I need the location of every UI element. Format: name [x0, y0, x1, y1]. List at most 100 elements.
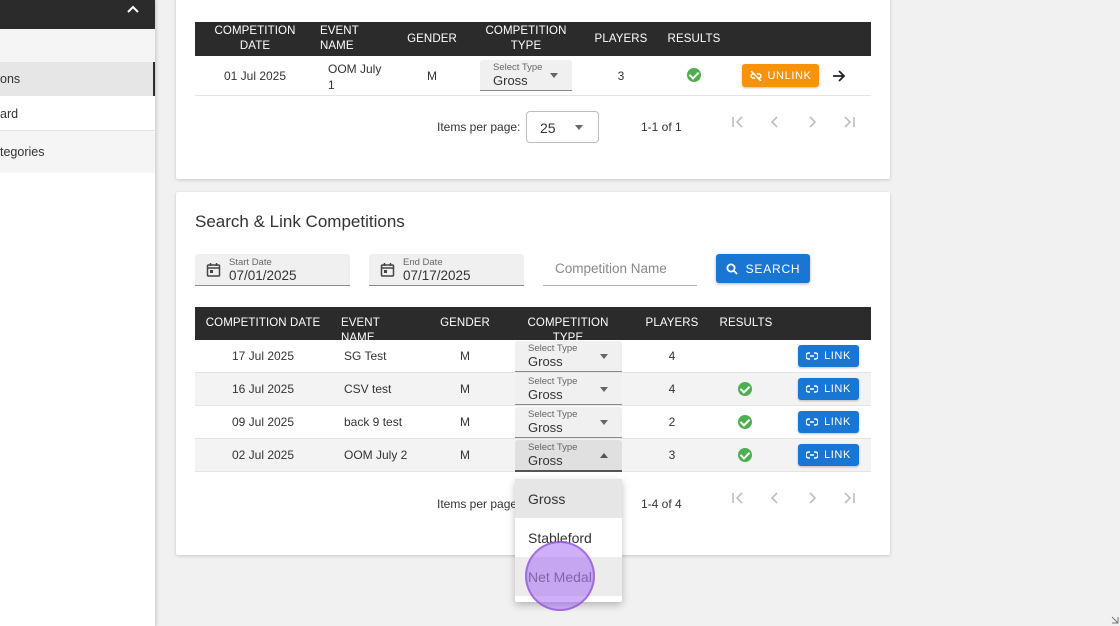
competition-type-dropdown: Gross Stableford Net Medal [515, 479, 622, 602]
chevron-up-icon[interactable] [125, 2, 141, 18]
first-page-icon[interactable] [731, 491, 745, 505]
check-circle-icon [738, 382, 752, 396]
end-date-value: 07/17/2025 [403, 268, 471, 283]
calendar-icon[interactable] [206, 262, 221, 277]
next-page-icon[interactable] [805, 491, 819, 505]
header-competition-date: COMPETITION DATE [214, 25, 296, 52]
select-label: Select Type [528, 376, 578, 387]
pager-range: 1-4 of 4 [641, 497, 682, 511]
cell-gender: M [460, 415, 470, 429]
header-competition-type: COMPETITION TYPE [485, 25, 567, 52]
start-date-value: 07/01/2025 [229, 268, 297, 283]
items-per-page-select[interactable]: 25 [526, 111, 599, 143]
table-row: 09 Jul 2025 back 9 test M Select Type Gr… [195, 406, 871, 439]
cell-players: 3 [617, 69, 625, 83]
sidebar-header [0, 0, 155, 29]
end-date-field[interactable]: End Date 07/17/2025 [369, 254, 524, 286]
link-button[interactable]: LINK [798, 411, 859, 433]
link-icon [806, 385, 819, 393]
select-label: Select Type [528, 409, 578, 420]
sidebar-spacer [0, 29, 155, 62]
dropdown-arrow-up-icon [600, 453, 608, 458]
sidebar-item-competitions[interactable]: ons [0, 62, 155, 96]
cell-event-name: OOM July 1 [328, 62, 382, 92]
table-row: 17 Jul 2025 SG Test M Select Type Gross … [195, 340, 871, 373]
link-off-icon [749, 70, 762, 81]
linked-table-header: COMPETITION DATE EVENT NAME GENDER COMPE… [195, 22, 871, 56]
table-row: 02 Jul 2025 OOM July 2 M Select Type Gro… [195, 439, 871, 472]
start-date-label: Start Date [229, 257, 272, 268]
start-date-field[interactable]: Start Date 07/01/2025 [195, 254, 350, 286]
cell-event-name: SG Test [344, 349, 387, 363]
dropdown-arrow-icon [600, 354, 608, 359]
option-stableford[interactable]: Stableford [515, 518, 622, 557]
sidebar-item-label: ard [0, 106, 19, 121]
table-row: 16 Jul 2025 CSV test M Select Type Gross… [195, 373, 871, 406]
calendar-icon[interactable] [380, 262, 395, 277]
check-circle-icon [738, 448, 752, 462]
pager-range: 1-1 of 1 [641, 120, 682, 134]
dropdown-arrow-icon [600, 387, 608, 392]
cell-event-name: OOM July 2 [344, 448, 408, 462]
option-gross[interactable]: Gross [515, 479, 622, 518]
table-row: 01 Jul 2025 OOM July 1 M Select Type Gro… [195, 56, 871, 96]
option-net-medal[interactable]: Net Medal [515, 557, 622, 596]
last-page-icon[interactable] [842, 491, 856, 505]
link-icon [806, 352, 819, 360]
cell-date: 16 Jul 2025 [231, 382, 295, 396]
header-gender: GENDER [407, 33, 457, 45]
sidebar: ons ard tegories [0, 0, 156, 626]
cell-players: 4 [668, 349, 676, 363]
cell-players: 3 [668, 448, 676, 462]
select-label: Select Type [493, 62, 543, 73]
link-button[interactable]: LINK [798, 444, 859, 466]
header-competition-date: COMPETITION DATE [205, 317, 321, 329]
header-players: PLAYERS [645, 317, 699, 329]
select-value: Gross [493, 73, 528, 88]
competition-type-select[interactable]: Select Type Gross [515, 374, 622, 405]
card-title: Search & Link Competitions [195, 212, 405, 231]
first-page-icon[interactable] [731, 115, 745, 129]
cell-event-name: back 9 test [344, 415, 403, 429]
link-button[interactable]: LINK [798, 345, 859, 367]
competition-name-input[interactable] [555, 261, 695, 276]
competition-type-select[interactable]: Select Type Gross [515, 341, 622, 372]
link-label: LINK [824, 350, 851, 362]
sidebar-item-label: tegories [0, 145, 45, 159]
cell-gender: M [460, 349, 470, 363]
competition-name-field[interactable] [543, 254, 697, 286]
arrow-right-icon[interactable] [831, 68, 847, 84]
link-label: LINK [824, 449, 851, 461]
link-label: LINK [824, 416, 851, 428]
last-page-icon[interactable] [842, 115, 856, 129]
cell-date: 02 Jul 2025 [231, 448, 295, 462]
competition-type-select[interactable]: Select Type Gross [480, 60, 572, 91]
items-per-page-value: 25 [540, 120, 556, 136]
select-value: Gross [528, 354, 563, 369]
cell-gender: M [427, 69, 437, 83]
search-icon [726, 263, 738, 275]
search-button[interactable]: SEARCH [716, 254, 810, 283]
search-label: SEARCH [745, 261, 801, 276]
header-players: PLAYERS [594, 33, 648, 45]
items-per-page-label: Items per page [437, 497, 518, 511]
next-page-icon[interactable] [805, 115, 819, 129]
cell-players: 2 [668, 415, 676, 429]
prev-page-icon[interactable] [768, 115, 782, 129]
sidebar-item-categories[interactable]: tegories [0, 131, 155, 173]
sidebar-item-leaderboard[interactable]: ard [0, 97, 155, 130]
link-button[interactable]: LINK [798, 378, 859, 400]
prev-page-icon[interactable] [768, 491, 782, 505]
dropdown-arrow-icon [575, 125, 583, 130]
header-event-name: EVENT NAME [320, 25, 359, 52]
resize-handle-icon[interactable] [1111, 616, 1119, 624]
competition-type-select-open[interactable]: Select Type Gross [515, 440, 622, 472]
unlink-button[interactable]: UNLINK [742, 64, 819, 87]
end-date-label: End Date [403, 257, 443, 268]
header-gender: GENDER [440, 317, 490, 329]
competition-type-select[interactable]: Select Type Gross [515, 407, 622, 438]
cell-date: 09 Jul 2025 [231, 415, 295, 429]
header-results: RESULTS [719, 317, 773, 329]
select-label: Select Type [528, 442, 578, 453]
select-value: Gross [528, 453, 563, 468]
